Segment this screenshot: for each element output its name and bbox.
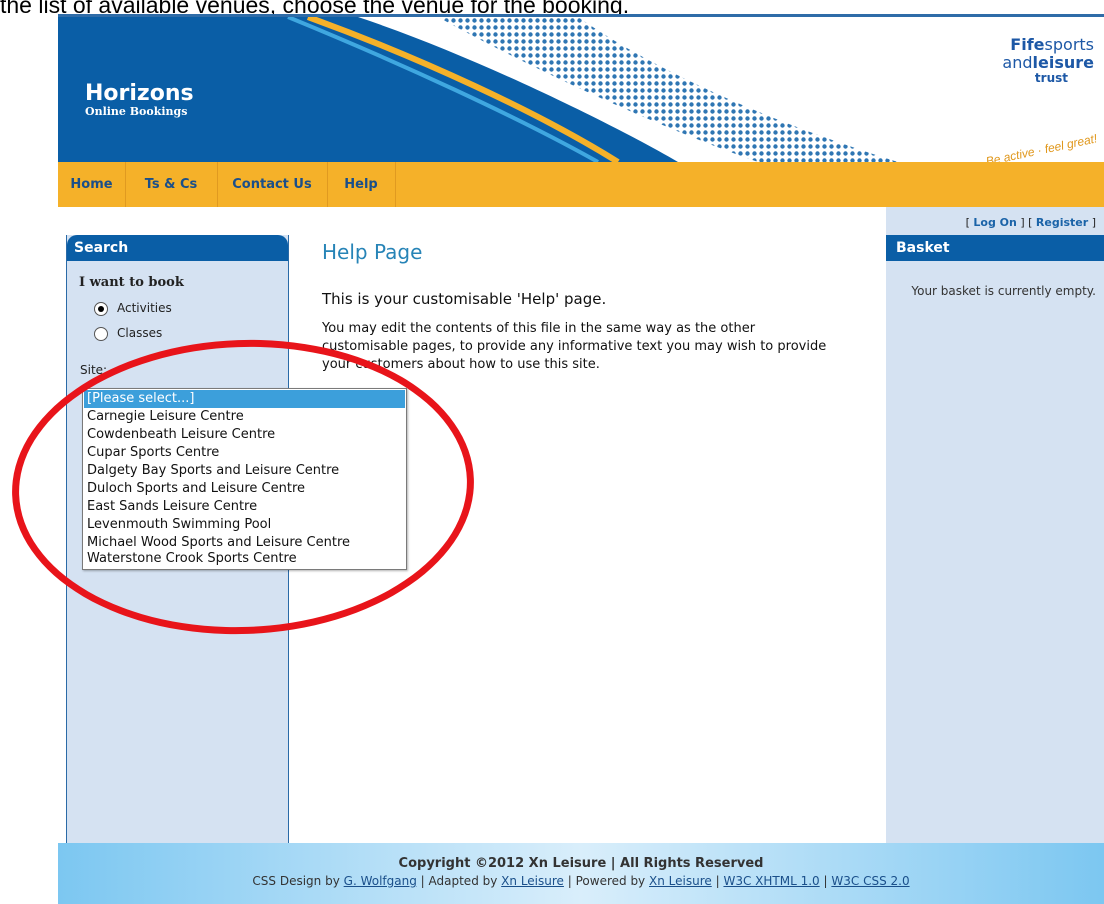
xhtml-link[interactable]: W3C XHTML 1.0	[723, 874, 819, 888]
radio-activities-label[interactable]: Activities	[117, 301, 172, 315]
nav-help[interactable]: Help	[327, 162, 396, 207]
page-paragraph: You may edit the contents of this file i…	[322, 321, 827, 372]
designer-link[interactable]: G. Wolfgang	[344, 874, 417, 888]
logo-leisure: leisure	[1032, 53, 1094, 72]
radio-classes[interactable]	[94, 327, 108, 341]
credit-adapted: | Adapted by	[420, 874, 498, 888]
nav-contact-us[interactable]: Contact Us	[217, 162, 328, 207]
copyright-text: Copyright ©2012 Xn Leisure | All Rights …	[398, 856, 764, 871]
brand-subtitle: Online Bookings	[85, 105, 188, 118]
brand-title: Horizons	[85, 81, 194, 106]
logo-line2: andleisure	[1002, 53, 1094, 72]
adapter-link[interactable]: Xn Leisure	[501, 874, 564, 888]
search-panel-header: Search	[67, 235, 288, 261]
page-subtitle: This is your customisable 'Help' page.	[322, 290, 607, 308]
main-nav: Home Ts & Cs Contact Us Help	[58, 162, 1104, 207]
register-link[interactable]: Register	[1036, 216, 1088, 229]
logo-and: and	[1002, 53, 1033, 72]
logo-trust: trust	[1034, 71, 1068, 85]
footer-credits: CSS Design by G. Wolfgang | Adapted by X…	[58, 874, 1104, 888]
logo-sports: sports	[1044, 35, 1094, 54]
page-title: Help Page	[322, 240, 423, 264]
logo-fife: Fife	[1010, 35, 1045, 54]
account-links: [ Log On ] [ Register ]	[966, 216, 1096, 229]
basket-title: Basket	[896, 240, 950, 256]
credit-css-design: CSS Design by	[252, 874, 340, 888]
radio-classes-label[interactable]: Classes	[117, 326, 162, 340]
right-column: [ Log On ] [ Register ] Basket Your bask…	[886, 207, 1104, 856]
bracket-open: [	[965, 216, 970, 229]
credit-sep2: |	[823, 874, 828, 888]
basket-header: Basket	[886, 235, 1104, 261]
bracket-mid: ] [	[1020, 216, 1033, 229]
bracket-close: ]	[1091, 216, 1096, 229]
want-to-book-label: I want to book	[79, 275, 184, 290]
nav-home[interactable]: Home	[58, 162, 126, 207]
brand: Horizons Online Bookings	[85, 82, 194, 118]
css-link[interactable]: W3C CSS 2.0	[831, 874, 909, 888]
basket-empty-text: Your basket is currently empty.	[911, 284, 1096, 298]
site-footer: Copyright ©2012 Xn Leisure | All Rights …	[58, 843, 1104, 904]
radio-activities[interactable]	[94, 302, 108, 316]
powered-link[interactable]: Xn Leisure	[649, 874, 712, 888]
logo-line1: Fifesports	[1010, 35, 1094, 54]
log-on-link[interactable]: Log On	[973, 216, 1016, 229]
search-panel-title: Search	[74, 240, 129, 256]
nav-ts-cs[interactable]: Ts & Cs	[125, 162, 218, 207]
credit-powered: | Powered by	[567, 874, 646, 888]
credit-sep: |	[715, 874, 720, 888]
site-header: Horizons Online Bookings Fifesports andl…	[58, 17, 1104, 162]
fife-logo: Fifesports andleisure trust Be active · …	[948, 31, 1098, 162]
